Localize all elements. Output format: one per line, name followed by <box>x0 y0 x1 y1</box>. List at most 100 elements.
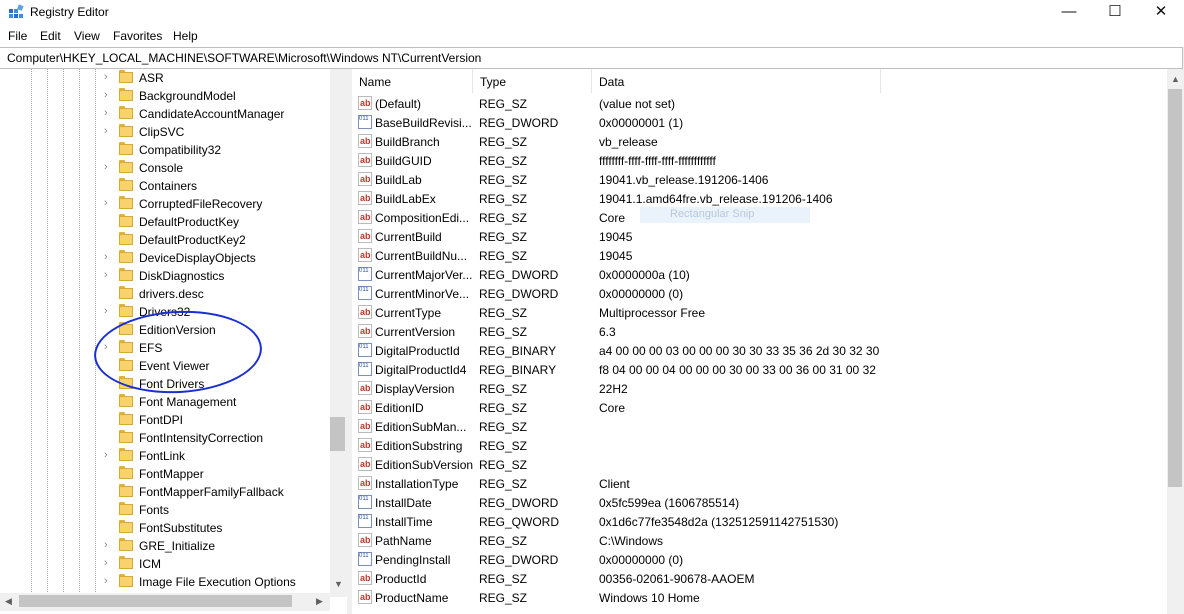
value-row[interactable]: PathName REG_SZ C:\Windows <box>352 531 1167 550</box>
tree-item[interactable]: Fonts <box>0 501 330 519</box>
tree-item[interactable]: drivers.desc <box>0 285 330 303</box>
tree-item[interactable]: Font Management <box>0 393 330 411</box>
expand-chevron-icon[interactable]: › <box>104 197 114 209</box>
tree-item-label: FontMapperFamilyFallback <box>139 485 284 499</box>
value-row[interactable]: DigitalProductId REG_BINARY a4 00 00 00 03… <box>352 341 1167 360</box>
tree-item[interactable]: › ClipSVC <box>0 123 330 141</box>
address-bar[interactable]: Computer\HKEY_LOCAL_MACHINE\SOFTWARE\Mic… <box>0 47 1183 69</box>
expand-chevron-icon[interactable]: › <box>104 107 114 119</box>
value-row[interactable]: BuildLabEx REG_SZ 19041.1.amd64fre.vb_rele… <box>352 189 1167 208</box>
value-row[interactable]: EditionID REG_SZ Core <box>352 398 1167 417</box>
tree-item[interactable]: FontMapperFamilyFallback <box>0 483 330 501</box>
tree-item[interactable]: › DeviceDisplayObjects <box>0 249 330 267</box>
value-row[interactable]: BaseBuildRevisi... REG_DWORD 0x00000001 (1… <box>352 113 1167 132</box>
expand-chevron-icon[interactable]: › <box>104 305 114 317</box>
expand-chevron-icon[interactable]: › <box>104 161 114 173</box>
list-scroll-up-icon[interactable]: ▲ <box>1171 74 1180 84</box>
tree-item[interactable]: FontSubstitutes <box>0 519 330 537</box>
value-row[interactable]: PendingInstall REG_DWORD 0x00000000 (0) <box>352 550 1167 569</box>
value-row[interactable]: InstallationType REG_SZ Client <box>352 474 1167 493</box>
value-row[interactable]: CompositionEdi... REG_SZ Core <box>352 208 1167 227</box>
tree-item[interactable]: › ASR <box>0 69 330 87</box>
column-header-data[interactable]: Data <box>592 69 881 93</box>
tree-vertical-scroll-thumb[interactable] <box>330 417 345 451</box>
expand-chevron-icon[interactable]: › <box>104 89 114 101</box>
value-row[interactable]: EditionSubMan... REG_SZ <box>352 417 1167 436</box>
value-row[interactable]: CurrentBuild REG_SZ 19045 <box>352 227 1167 246</box>
menu-file[interactable]: File <box>8 29 27 43</box>
value-row[interactable]: CurrentMajorVer... REG_DWORD 0x0000000a (1… <box>352 265 1167 284</box>
list-vertical-scroll-thumb[interactable] <box>1168 89 1182 487</box>
column-header-name[interactable]: Name <box>352 69 473 93</box>
value-name: BuildLabEx <box>375 192 436 206</box>
expand-chevron-icon[interactable]: › <box>104 557 114 569</box>
value-data: 0x00000000 (0) <box>599 287 684 301</box>
maximize-button[interactable]: ☐ <box>1092 0 1138 25</box>
folder-icon <box>119 502 133 515</box>
tree-item[interactable]: › ICM <box>0 555 330 573</box>
tree-item[interactable]: DefaultProductKey <box>0 213 330 231</box>
tree-item[interactable]: › BackgroundModel <box>0 87 330 105</box>
value-row[interactable]: CurrentType REG_SZ Multiprocessor Free <box>352 303 1167 322</box>
value-data: C:\Windows <box>599 534 664 548</box>
expand-chevron-icon[interactable]: › <box>104 575 114 587</box>
tree-vertical-scrollbar[interactable] <box>330 69 347 597</box>
value-row[interactable]: InstallTime REG_QWORD 0x1d6c77fe3548d2a (1… <box>352 512 1167 531</box>
menu-favorites[interactable]: Favorites <box>113 29 162 43</box>
column-header-type[interactable]: Type <box>473 69 592 93</box>
value-row[interactable]: CurrentVersion REG_SZ 6.3 <box>352 322 1167 341</box>
tree-horizontal-scroll-thumb[interactable] <box>19 595 292 607</box>
value-name: DisplayVersion <box>375 382 455 396</box>
menu-edit[interactable]: Edit <box>40 29 61 43</box>
scroll-down-icon[interactable]: ▼ <box>334 579 343 589</box>
tree-item[interactable]: Compatibility32 <box>0 141 330 159</box>
value-row[interactable]: DisplayVersion REG_SZ 22H2 <box>352 379 1167 398</box>
value-row[interactable]: BuildGUID REG_SZ ffffffff-ffff-ffff-ffff-f… <box>352 151 1167 170</box>
value-row[interactable]: ProductName REG_SZ Windows 10 Home <box>352 588 1167 607</box>
value-data: 19045 <box>599 249 633 263</box>
minimize-button[interactable]: — <box>1046 0 1092 25</box>
scroll-right-icon[interactable]: ▶ <box>316 596 323 607</box>
value-row[interactable]: (Default) REG_SZ (value not set) <box>352 94 1167 113</box>
value-type: REG_DWORD <box>479 287 559 301</box>
expand-chevron-icon[interactable]: › <box>104 71 114 83</box>
value-data: 0x00000000 (0) <box>599 553 684 567</box>
tree-item[interactable]: DefaultProductKey2 <box>0 231 330 249</box>
expand-chevron-icon[interactable]: › <box>104 539 114 551</box>
expand-chevron-icon[interactable]: › <box>104 449 114 461</box>
tree-item[interactable]: › CorruptedFileRecovery <box>0 195 330 213</box>
value-name: BuildGUID <box>375 154 432 168</box>
value-row[interactable]: DigitalProductId4 REG_BINARY f8 04 00 00 0… <box>352 360 1167 379</box>
value-row[interactable]: CurrentMinorVe... REG_DWORD 0x00000000 (0) <box>352 284 1167 303</box>
scroll-left-icon[interactable]: ◀ <box>5 596 12 607</box>
value-row[interactable]: BuildLab REG_SZ 19041.vb_release.191206-14… <box>352 170 1167 189</box>
values-list-pane[interactable]: Name Type Data Rectangular Snip (Default… <box>352 69 1184 614</box>
value-type: REG_DWORD <box>479 116 559 130</box>
tree-item[interactable]: › DiskDiagnostics <box>0 267 330 285</box>
close-button[interactable]: ✕ <box>1138 0 1184 25</box>
value-name: CompositionEdi... <box>375 211 470 225</box>
value-name: ProductId <box>375 572 427 586</box>
value-row[interactable]: InstallDate REG_DWORD 0x5fc599ea (16067855… <box>352 493 1167 512</box>
menu-view[interactable]: View <box>74 29 100 43</box>
value-row[interactable]: BuildBranch REG_SZ vb_release <box>352 132 1167 151</box>
tree-item[interactable]: › CandidateAccountManager <box>0 105 330 123</box>
menu-help[interactable]: Help <box>173 29 198 43</box>
tree-item[interactable]: FontDPI <box>0 411 330 429</box>
tree-item[interactable]: FontIntensityCorrection <box>0 429 330 447</box>
tree-item[interactable]: › Image File Execution Options <box>0 573 330 591</box>
value-row[interactable]: EditionSubstring REG_SZ <box>352 436 1167 455</box>
address-path[interactable]: Computer\HKEY_LOCAL_MACHINE\SOFTWARE\Mic… <box>7 51 481 65</box>
tree-item[interactable]: Containers <box>0 177 330 195</box>
value-row[interactable]: ProductId REG_SZ 00356-02061-90678-AAOEM <box>352 569 1167 588</box>
tree-item[interactable]: › Console <box>0 159 330 177</box>
tree-item[interactable]: FontMapper <box>0 465 330 483</box>
folder-icon <box>119 394 133 407</box>
tree-item[interactable]: › GRE_Initialize <box>0 537 330 555</box>
expand-chevron-icon[interactable]: › <box>104 269 114 281</box>
expand-chevron-icon[interactable]: › <box>104 251 114 263</box>
tree-item[interactable]: › FontLink <box>0 447 330 465</box>
value-row[interactable]: EditionSubVersion REG_SZ <box>352 455 1167 474</box>
expand-chevron-icon[interactable]: › <box>104 125 114 137</box>
value-row[interactable]: CurrentBuildNu... REG_SZ 19045 <box>352 246 1167 265</box>
